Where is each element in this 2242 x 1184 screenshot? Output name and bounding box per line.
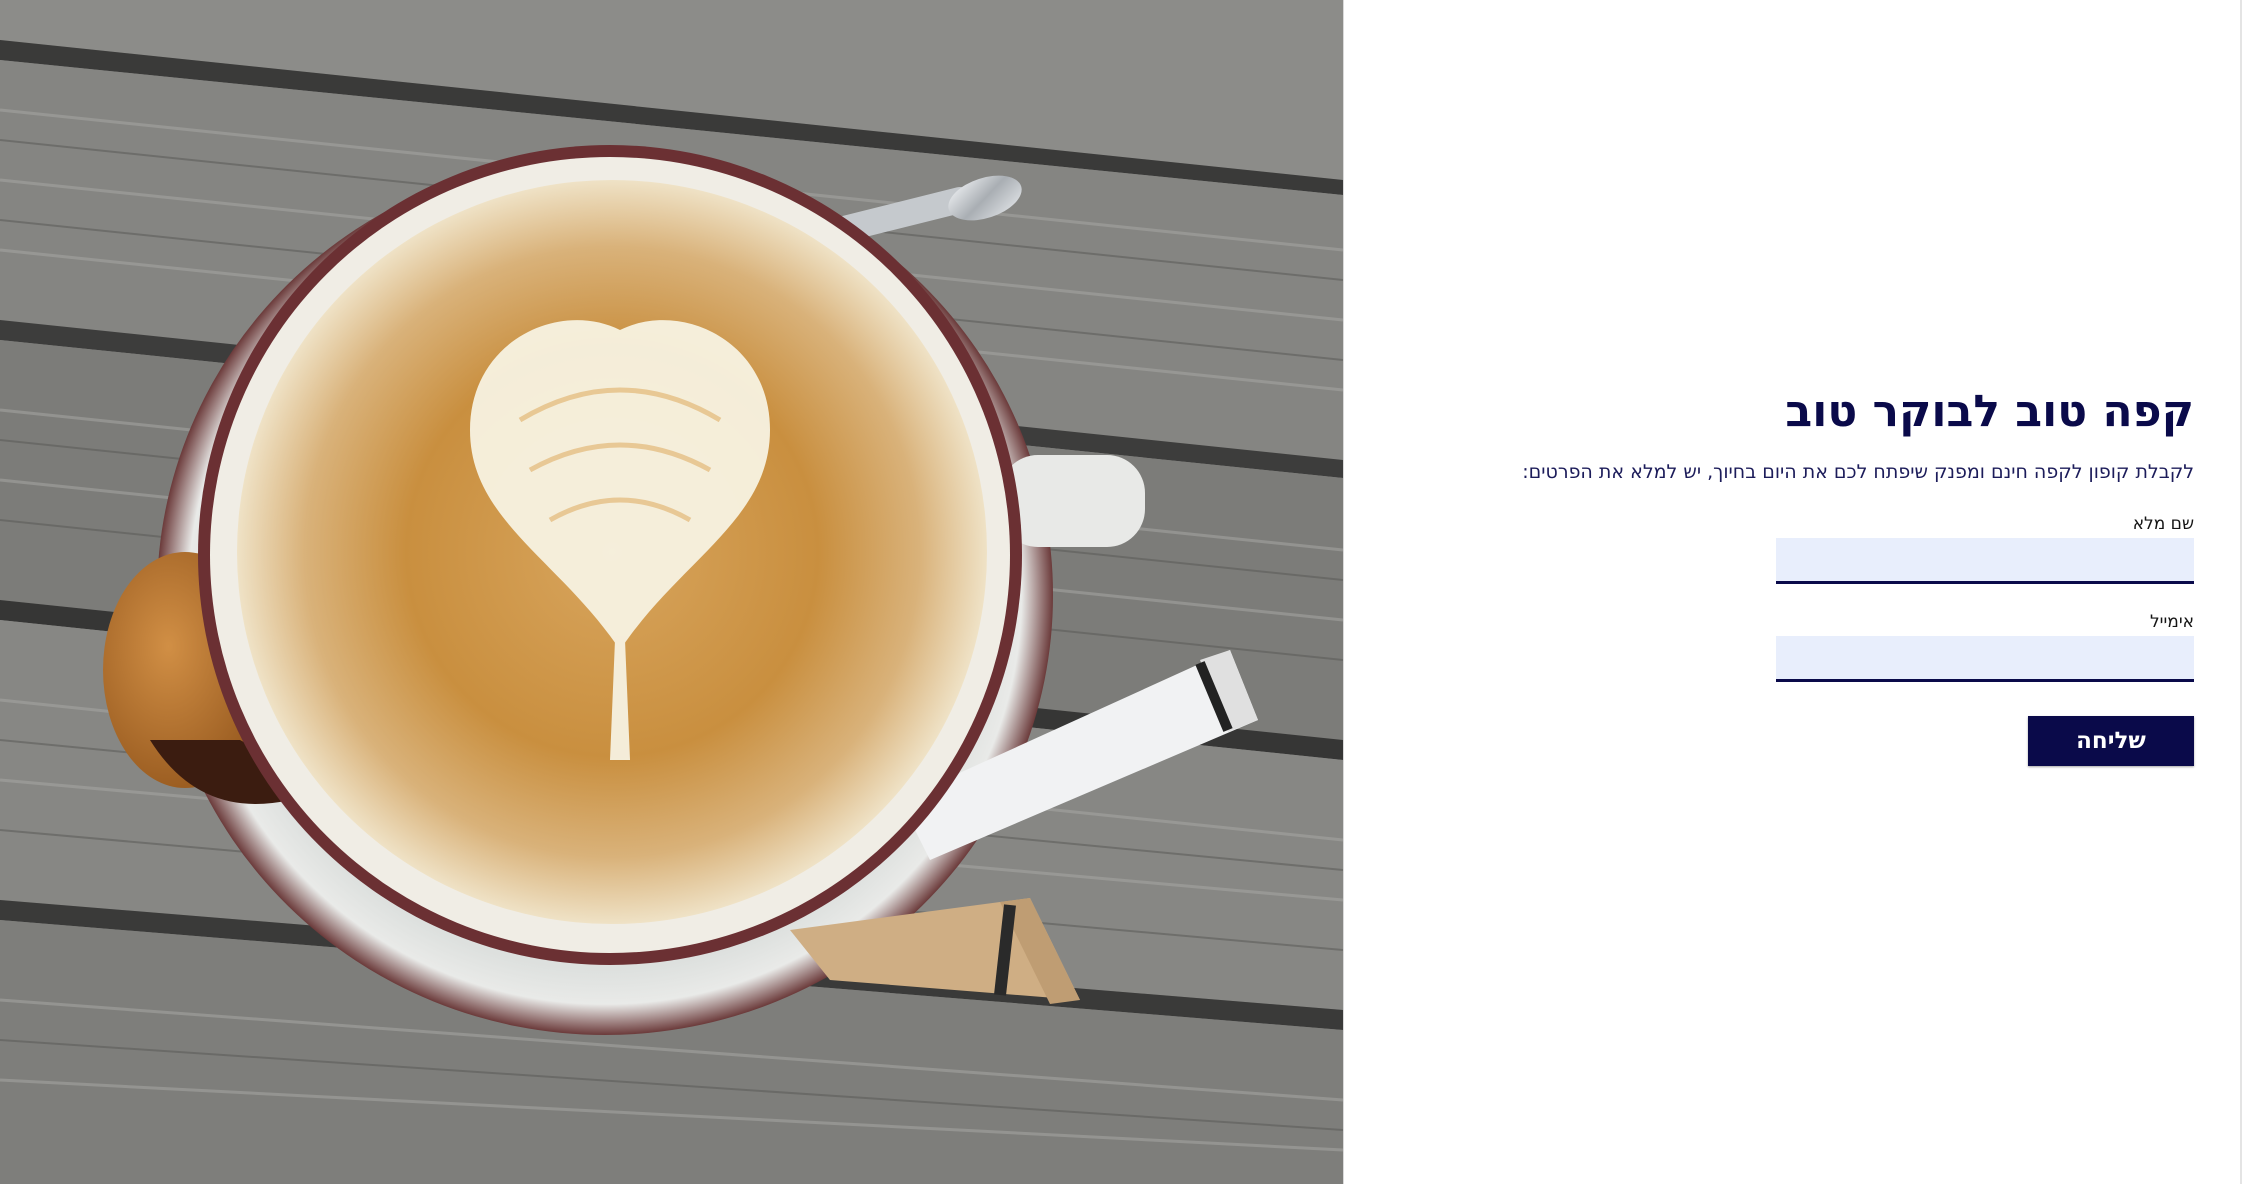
page-title: קפה טוב לבוקר טוב — [1785, 386, 2194, 437]
form-description: לקבלת קופון לקפה חינם ומפנק שיפתח לכם את… — [1522, 461, 2194, 483]
email-label: אימייל — [2150, 612, 2194, 632]
full-name-input[interactable] — [1776, 538, 2194, 584]
landing-page: קפה טוב לבוקר טוב לקבלת קופון לקפה חינם … — [0, 0, 2242, 1184]
email-input[interactable] — [1776, 636, 2194, 682]
signup-form: קפה טוב לבוקר טוב לקבלת קופון לקפה חינם … — [1434, 384, 2194, 766]
cup-handle — [1000, 455, 1145, 547]
submit-button[interactable]: שליחה — [2028, 716, 2194, 766]
signup-form-panel: קפה טוב לבוקר טוב לקבלת קופון לקפה חינם … — [1344, 0, 2240, 1184]
coffee-photo-illustration — [0, 0, 1343, 1184]
coffee-photo — [0, 0, 1343, 1184]
full-name-label: שם מלא — [2132, 514, 2194, 534]
